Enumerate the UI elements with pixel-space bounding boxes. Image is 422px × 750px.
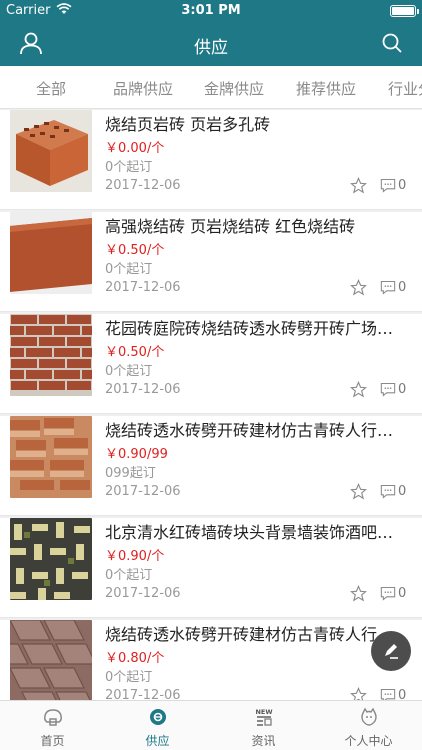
comment-count: 0 xyxy=(398,586,407,601)
comment-count: 0 xyxy=(398,484,407,499)
product-price: ￥0.00/个 xyxy=(105,141,165,156)
comment-icon[interactable] xyxy=(380,178,396,193)
tab-home[interactable]: 首页 xyxy=(0,701,105,750)
compose-button[interactable] xyxy=(371,631,411,671)
min-order: 0个起订 xyxy=(105,364,153,379)
product-price: ￥0.50/个 xyxy=(105,243,165,258)
bottom-tab-bar: 首页 供应 NEW 资讯 个人中心 xyxy=(0,700,422,750)
comment-icon[interactable] xyxy=(380,688,396,700)
star-icon[interactable] xyxy=(350,585,367,602)
list-item[interactable]: 北京清水红砖墙砖块头背景墙装饰酒吧… ￥0.90/个 0个起订 2017-12-… xyxy=(0,518,422,618)
product-title: 烧结砖透水砖劈开砖建材仿古青砖人行… xyxy=(105,625,394,644)
search-icon[interactable] xyxy=(380,31,404,55)
star-icon[interactable] xyxy=(350,381,367,398)
star-icon[interactable] xyxy=(350,177,367,194)
product-image xyxy=(10,620,92,700)
news-icon: NEW xyxy=(255,708,273,726)
product-price: ￥0.80/个 xyxy=(105,651,165,666)
tab-supply-label: 供应 xyxy=(145,734,170,748)
product-title: 花园砖庭院砖烧结砖透水砖劈开砖广场… xyxy=(105,319,394,338)
product-image xyxy=(10,110,92,192)
tab-all[interactable]: 全部 xyxy=(36,78,66,99)
product-title: 烧结页岩砖 页岩多孔砖 xyxy=(105,115,271,134)
tab-profile-label: 个人中心 xyxy=(344,734,393,748)
min-order: 0个起订 xyxy=(105,568,153,583)
comment-icon[interactable] xyxy=(380,280,396,295)
tab-news[interactable]: NEW 资讯 xyxy=(211,701,316,750)
tab-home-label: 首页 xyxy=(40,734,65,748)
tab-gold-supply[interactable]: 金牌供应 xyxy=(204,78,264,99)
battery-icon xyxy=(390,5,419,17)
product-price: ￥0.90/99 xyxy=(105,447,168,462)
product-price: ￥0.90/个 xyxy=(105,549,165,564)
min-order: 099起订 xyxy=(105,466,156,481)
tab-brand-supply[interactable]: 品牌供应 xyxy=(113,78,173,99)
comment-count: 0 xyxy=(398,178,407,193)
category-tabs: 全部 品牌供应 金牌供应 推荐供应 行业分 xyxy=(0,66,422,109)
svg-text:NEW: NEW xyxy=(255,708,272,716)
tab-profile[interactable]: 个人中心 xyxy=(316,701,421,750)
pen-icon xyxy=(385,644,398,659)
comment-icon[interactable] xyxy=(380,484,396,499)
nav-bar: 供应 xyxy=(0,22,422,66)
star-icon[interactable] xyxy=(350,687,367,700)
list-item[interactable]: 烧结砖透水砖劈开砖建材仿古青砖人行… ￥0.90/99 099起订 2017-1… xyxy=(0,416,422,516)
min-order: 0个起订 xyxy=(105,262,153,277)
product-price: ￥0.50/个 xyxy=(105,345,165,360)
product-list: 烧结页岩砖 页岩多孔砖 ￥0.00/个 0个起订 2017-12-06 0 高强… xyxy=(0,110,422,700)
post-date: 2017-12-06 xyxy=(105,484,181,499)
comment-count: 0 xyxy=(398,382,407,397)
post-date: 2017-12-06 xyxy=(105,688,181,700)
product-image xyxy=(10,416,92,498)
status-time: 3:01 PM xyxy=(181,3,241,18)
product-image xyxy=(10,212,92,294)
list-item[interactable]: 高强烧结砖 页岩烧结砖 红色烧结砖 ￥0.50/个 0个起订 2017-12-0… xyxy=(0,212,422,312)
page-title: 供应 xyxy=(194,38,228,58)
tab-recommended-supply[interactable]: 推荐供应 xyxy=(296,78,356,99)
product-image xyxy=(10,518,92,600)
list-item[interactable]: 花园砖庭院砖烧结砖透水砖劈开砖广场… ￥0.50/个 0个起订 2017-12-… xyxy=(0,314,422,414)
post-date: 2017-12-06 xyxy=(105,178,181,193)
product-title: 烧结砖透水砖劈开砖建材仿古青砖人行… xyxy=(105,421,394,440)
post-date: 2017-12-06 xyxy=(105,280,181,295)
product-title: 北京清水红砖墙砖块头背景墙装饰酒吧… xyxy=(105,523,394,542)
profile-icon xyxy=(361,707,377,726)
tab-industry[interactable]: 行业分 xyxy=(388,78,422,99)
comment-count: 0 xyxy=(398,688,407,700)
min-order: 0个起订 xyxy=(105,160,153,175)
min-order: 0个起订 xyxy=(105,670,153,685)
list-item[interactable]: 烧结页岩砖 页岩多孔砖 ￥0.00/个 0个起订 2017-12-06 0 xyxy=(0,110,422,210)
list-item[interactable]: 烧结砖透水砖劈开砖建材仿古青砖人行… ￥0.80/个 0个起订 2017-12-… xyxy=(0,620,422,700)
home-icon xyxy=(44,709,62,726)
status-bar: Carrier 3:01 PM xyxy=(0,0,422,22)
post-date: 2017-12-06 xyxy=(105,382,181,397)
comment-icon[interactable] xyxy=(380,382,396,397)
comment-count: 0 xyxy=(398,280,407,295)
supply-icon xyxy=(150,709,166,725)
tab-supply[interactable]: 供应 xyxy=(105,701,210,750)
star-icon[interactable] xyxy=(350,279,367,296)
star-icon[interactable] xyxy=(350,483,367,500)
post-date: 2017-12-06 xyxy=(105,586,181,601)
tab-news-label: 资讯 xyxy=(251,734,276,748)
comment-icon[interactable] xyxy=(380,586,396,601)
product-title: 高强烧结砖 页岩烧结砖 红色烧结砖 xyxy=(105,217,356,236)
product-image xyxy=(10,314,92,396)
